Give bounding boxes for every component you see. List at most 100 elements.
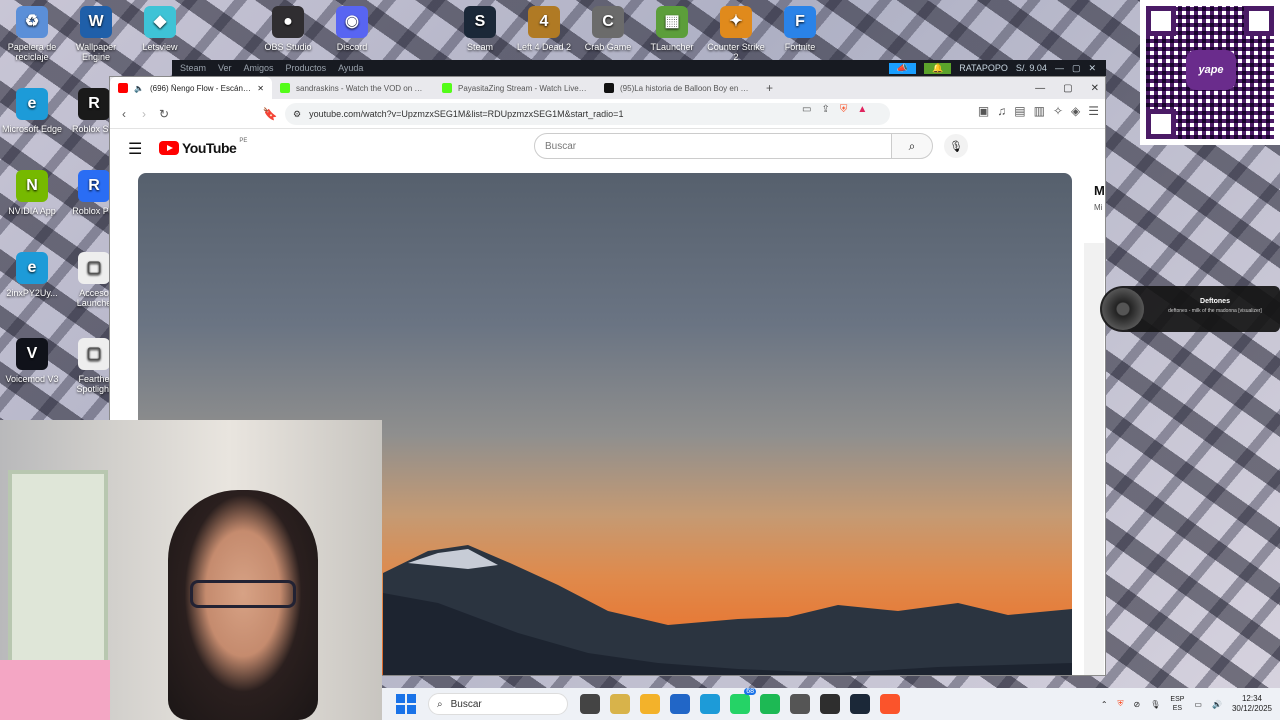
desktop-icon[interactable]: e Microsoft Edge [0, 88, 64, 134]
desktop-icon[interactable]: 4 Left 4 Dead 2 [512, 6, 576, 52]
steam-wallet: S/. 9.04 [1015, 63, 1047, 73]
address-bar[interactable]: ⚙ youtube.com/watch?v=UpzmzxSEG1M&list=R… [285, 103, 890, 125]
taskbar-app-icon[interactable] [610, 694, 630, 714]
wallet-icon[interactable]: ▥ [1034, 104, 1045, 118]
chevron-up-icon[interactable]: ⌃ [1101, 700, 1108, 709]
windows-start-icon[interactable] [396, 694, 416, 714]
desktop-icon[interactable]: V Voicemod V3 [0, 338, 64, 384]
taskbar: ⌕ Buscar 68 ⌃ ⛨ ⊘ 🎙 ESP ES ▭ 🔊 12:34 30/… [382, 688, 1280, 720]
desktop-icon[interactable]: S Steam [448, 6, 512, 52]
steam-menu-productos[interactable]: Productos [286, 63, 327, 73]
app-icon: 4 [528, 6, 560, 38]
youtube-favicon-icon [118, 83, 128, 93]
tab-youtube[interactable]: 🔈 (696) Ñengo Flow - Escándalo ✕ [110, 77, 272, 99]
maximize-icon[interactable]: ▢ [1063, 83, 1072, 94]
taskbar-app-icon[interactable]: 68 [730, 688, 756, 714]
app-icon: R [78, 88, 110, 120]
steam-menu-ver[interactable]: Ver [218, 63, 232, 73]
minimize-icon[interactable]: — [1035, 83, 1045, 94]
tab-label: (696) Ñengo Flow - Escándalo [149, 83, 252, 93]
search-input[interactable]: Buscar [534, 133, 892, 159]
speaker-icon[interactable]: 🔈 [134, 84, 144, 93]
desktop-icon-label: Microsoft Edge [1, 124, 63, 134]
desktop-icon[interactable]: F Fortnite [768, 6, 832, 52]
brave-rewards-icon[interactable]: ▲ [857, 104, 867, 115]
voice-search-button[interactable]: 🎙 [944, 134, 968, 158]
close-icon[interactable]: ✕ [1088, 63, 1096, 74]
forward-icon[interactable]: › [134, 104, 154, 124]
tab-close-icon[interactable]: ✕ [257, 84, 264, 93]
desktop-icon-label: OBS Studio [264, 42, 312, 52]
desktop-icon[interactable]: W Wallpaper Engine [64, 6, 128, 62]
desktop-icon[interactable]: ✦ Counter Strike 2 [704, 6, 768, 62]
vpn-icon[interactable]: ◈ [1071, 104, 1080, 118]
desktop-icon[interactable]: ◆ Letsview [128, 6, 192, 52]
leo-ai-icon[interactable]: ✧ [1053, 104, 1063, 118]
taskbar-app-icon[interactable] [880, 694, 900, 714]
taskbar-app-icon[interactable] [640, 694, 660, 714]
cast-icon[interactable]: ▭ [802, 104, 811, 115]
music-icon[interactable]: ♫ [997, 104, 1006, 118]
back-icon[interactable]: ‹ [114, 104, 134, 124]
site-info-icon[interactable]: ⚙ [293, 109, 301, 120]
share-icon[interactable]: ⇪ [821, 104, 829, 115]
megaphone-icon[interactable]: 📣 [888, 62, 916, 74]
maximize-icon[interactable]: ▢ [1072, 63, 1081, 74]
new-tab-button[interactable]: + [766, 81, 773, 95]
yape-qr-code: yape [1140, 0, 1280, 145]
taskbar-app-icon[interactable] [820, 694, 840, 714]
url-text[interactable]: youtube.com/watch?v=UpzmzxSEG1M&list=RDU… [309, 109, 623, 119]
desktop-icon[interactable]: ◉ Discord [320, 6, 384, 52]
taskbar-app-icon[interactable] [700, 694, 720, 714]
display-icon[interactable]: ▭ [1194, 700, 1202, 709]
volume-icon[interactable]: 🔊 [1212, 700, 1222, 709]
taskbar-app-icon[interactable] [760, 694, 780, 714]
bell-icon[interactable]: 🔔 [924, 62, 952, 74]
youtube-logo[interactable]: YouTube PE [159, 138, 248, 156]
microphone-icon: 🎙 [949, 140, 963, 153]
desktop-icon[interactable]: e 2inxPY2Uy... [0, 252, 64, 298]
desktop-icon[interactable]: N NVIDIA App [0, 170, 64, 216]
language-indicator[interactable]: ESP ES [1170, 695, 1184, 713]
brave-shield-icon[interactable]: ⛨ [840, 104, 848, 115]
language-top: ESP [1170, 696, 1185, 703]
taskbar-apps: 68 [580, 688, 900, 714]
steam-menu-ayuda[interactable]: Ayuda [338, 63, 363, 73]
desktop-icon-label: Crab Game [584, 42, 632, 52]
desktop-icon[interactable]: ● OBS Studio [256, 6, 320, 52]
hamburger-menu-icon[interactable]: ☰ [128, 139, 142, 159]
desktop-icon[interactable]: ▦ TLauncher [640, 6, 704, 52]
tab-tiktok[interactable]: (95)La historia de Balloon Boy en FN [596, 77, 758, 99]
network-off-icon[interactable]: ⊘ [1134, 700, 1141, 709]
tab-kick-sandraskins[interactable]: sandraskins - Watch the VOD on Kick [272, 77, 434, 99]
sidebar-icon[interactable]: ▣ [978, 104, 989, 118]
tab-label: sandraskins - Watch the VOD on Kick [296, 83, 426, 93]
steam-menu-amigos[interactable]: Amigos [244, 63, 274, 73]
tab-kick-payasitazing[interactable]: PayasitaZing Stream - Watch Live on [434, 77, 596, 99]
steam-menu-steam[interactable]: Steam [180, 63, 206, 73]
desktop-icon[interactable]: C Crab Game [576, 6, 640, 52]
desktop-icon[interactable]: ♻ Papelera de reciclaje [0, 6, 64, 62]
bookmark-icon[interactable]: 🔖 [260, 104, 280, 124]
taskbar-search[interactable]: ⌕ Buscar [428, 693, 568, 715]
youtube-header: ☰ YouTube PE Buscar ⌕ 🎙 [110, 129, 1105, 169]
steam-username[interactable]: RATAPOPO [959, 63, 1008, 73]
desktop-icon-label: Discord [336, 42, 368, 52]
minimize-icon[interactable]: — [1055, 63, 1064, 73]
taskbar-app-icon[interactable] [580, 694, 600, 714]
album-art-icon [1102, 288, 1144, 330]
webcam-overlay [0, 420, 382, 720]
brave-tray-icon[interactable]: ⛨ [1118, 699, 1124, 709]
country-code: PE [239, 138, 248, 144]
taskbar-app-icon[interactable] [850, 694, 870, 714]
reading-list-icon[interactable]: ▤ [1014, 104, 1025, 118]
menu-icon[interactable]: ☰ [1088, 104, 1099, 118]
tab-strip: 🔈 (696) Ñengo Flow - Escándalo ✕ sandras… [110, 77, 1105, 99]
microphone-icon[interactable]: 🎙 [1150, 700, 1160, 709]
close-icon[interactable]: ✕ [1091, 83, 1099, 94]
search-button[interactable]: ⌕ [891, 133, 933, 159]
taskbar-app-icon[interactable] [670, 694, 690, 714]
taskbar-app-icon[interactable] [790, 694, 810, 714]
clock[interactable]: 12:34 30/12/2025 [1232, 694, 1272, 714]
reload-icon[interactable]: ↻ [154, 104, 174, 124]
